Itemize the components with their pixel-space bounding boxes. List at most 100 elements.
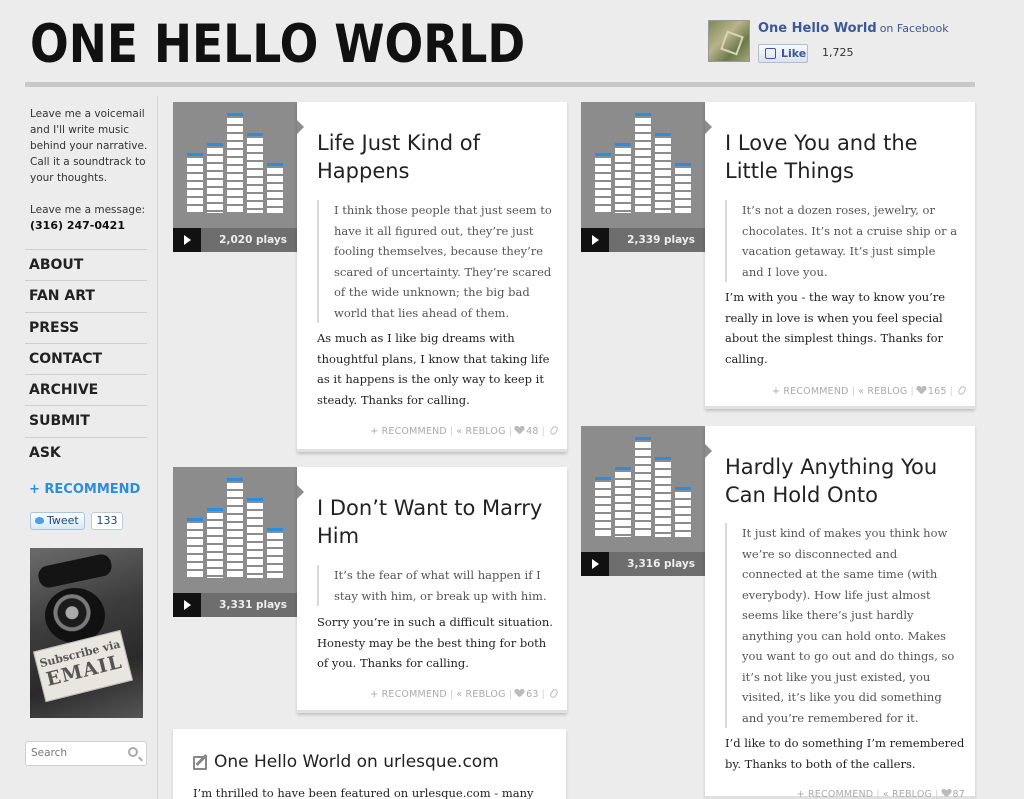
recommend-link[interactable]: + RECOMMEND bbox=[29, 482, 140, 497]
post-title[interactable]: I Love You and the Little Things bbox=[725, 129, 965, 185]
player-pointer bbox=[297, 485, 304, 499]
sidebar: Leave me a voicemail and I'll write musi… bbox=[25, 96, 158, 799]
twitter-bird-icon bbox=[35, 517, 44, 524]
like-count: 48 bbox=[526, 426, 539, 437]
permalink-icon[interactable] bbox=[549, 688, 559, 699]
recommend-button[interactable]: + RECOMMEND bbox=[797, 789, 874, 799]
level-meter-icon bbox=[595, 437, 695, 537]
player-controls: 2,020 plays bbox=[173, 228, 297, 252]
level-bar-cap bbox=[227, 478, 243, 481]
header-divider bbox=[25, 82, 975, 87]
heart-icon[interactable] bbox=[515, 426, 524, 434]
action-separator: | bbox=[949, 386, 953, 397]
facebook-page-link[interactable]: One Hello World on Facebook bbox=[758, 21, 949, 36]
level-bar-cap bbox=[267, 163, 283, 166]
level-bar-cap bbox=[247, 498, 263, 501]
heart-icon[interactable] bbox=[515, 689, 524, 697]
post-quote: It just kind of makes you think how we’r… bbox=[725, 523, 960, 728]
search-input[interactable]: Search bbox=[25, 741, 147, 766]
level-bar bbox=[635, 113, 651, 213]
level-bar-cap bbox=[655, 457, 671, 460]
post-title[interactable]: Life Just Kind of Happens bbox=[317, 129, 557, 185]
heart-icon[interactable] bbox=[917, 386, 926, 394]
text-post-icon bbox=[193, 756, 207, 770]
nav-item-contact[interactable]: Contact bbox=[25, 342, 147, 374]
post-card: Hardly Anything You Can Hold Onto It jus… bbox=[705, 426, 975, 799]
reblog-button[interactable]: « REBLOG bbox=[883, 789, 932, 799]
permalink-icon[interactable] bbox=[549, 425, 559, 436]
nav-item-submit[interactable]: Submit bbox=[25, 405, 147, 436]
nav-item-fan-art[interactable]: Fan Art bbox=[25, 280, 147, 311]
facebook-like-button[interactable]: Like bbox=[758, 44, 808, 63]
post-quote: It’s the fear of what will happen if I s… bbox=[317, 565, 552, 606]
level-bar-cap bbox=[187, 153, 203, 156]
player-pointer bbox=[705, 120, 712, 134]
player-controls: 3,331 plays bbox=[173, 593, 297, 617]
text-post-body: I’m thrilled to have been featured on ur… bbox=[193, 786, 534, 799]
reblog-button[interactable]: « REBLOG bbox=[456, 426, 505, 437]
thumbs-up-icon bbox=[765, 48, 776, 59]
play-count: 2,020 plays bbox=[219, 234, 287, 246]
telephone-handset-image bbox=[36, 552, 114, 590]
audio-player: 3,316 plays bbox=[581, 426, 705, 576]
action-separator: | bbox=[910, 386, 914, 397]
level-bar bbox=[187, 153, 203, 213]
reblog-button[interactable]: « REBLOG bbox=[456, 689, 505, 700]
post-title[interactable]: Hardly Anything You Can Hold Onto bbox=[725, 453, 965, 509]
site-title[interactable]: ONE HELLO WORLD bbox=[30, 14, 525, 75]
recommend-button[interactable]: + RECOMMEND bbox=[772, 386, 849, 397]
tweet-button[interactable]: Tweet bbox=[30, 512, 85, 530]
tweet-count[interactable]: 133 bbox=[91, 512, 123, 530]
play-button[interactable] bbox=[581, 228, 609, 252]
recommend-button[interactable]: + RECOMMEND bbox=[370, 426, 447, 437]
search-icon[interactable] bbox=[128, 747, 138, 757]
post-body: I’d like to do something I’m remembered … bbox=[725, 736, 965, 771]
facebook-page-thumbnail[interactable] bbox=[708, 20, 750, 62]
level-bar bbox=[227, 478, 243, 578]
level-bar-cap bbox=[615, 143, 631, 146]
facebook-like-box: One Hello World on Facebook Like 1,725 bbox=[708, 20, 998, 63]
heart-icon[interactable] bbox=[942, 789, 951, 797]
play-button[interactable] bbox=[581, 552, 609, 576]
facebook-on-text[interactable]: on Facebook bbox=[880, 22, 949, 35]
level-bar-cap bbox=[207, 143, 223, 146]
player-controls: 2,339 plays bbox=[581, 228, 705, 252]
like-count: 63 bbox=[526, 689, 539, 700]
level-bar-cap bbox=[247, 133, 263, 136]
action-separator: | bbox=[851, 386, 856, 397]
sidebar-nav: About Fan Art Press Contact Archive Subm… bbox=[25, 249, 147, 468]
level-bar bbox=[635, 437, 651, 537]
text-post-card: One Hello World on urlesque.com I’m thri… bbox=[173, 729, 566, 799]
play-button[interactable] bbox=[173, 228, 201, 252]
post-actions: + RECOMMEND | « REBLOG | 87 bbox=[797, 789, 965, 799]
reblog-button[interactable]: « REBLOG bbox=[858, 386, 907, 397]
level-bar-cap bbox=[675, 163, 691, 166]
nav-item-press[interactable]: Press bbox=[25, 311, 147, 343]
play-button[interactable] bbox=[173, 593, 201, 617]
level-bar bbox=[655, 457, 671, 537]
post-body: As much as I like big dreams with though… bbox=[317, 331, 550, 407]
audio-player: 2,020 plays bbox=[173, 102, 297, 252]
subscribe-email-banner[interactable]: Subscribe via EMAIL bbox=[30, 548, 143, 718]
post-actions: + RECOMMEND | « REBLOG | 165 | bbox=[772, 385, 967, 397]
level-bar bbox=[207, 508, 223, 578]
text-post-title[interactable]: One Hello World on urlesque.com bbox=[214, 752, 499, 772]
play-count: 2,339 plays bbox=[627, 234, 695, 246]
nav-item-archive[interactable]: Archive bbox=[25, 374, 147, 405]
level-bar bbox=[247, 133, 263, 213]
permalink-icon[interactable] bbox=[957, 385, 967, 396]
recommend-button[interactable]: + RECOMMEND bbox=[370, 689, 447, 700]
nav-item-about[interactable]: About bbox=[25, 249, 147, 280]
player-controls: 3,316 plays bbox=[581, 552, 705, 576]
nav-item-ask[interactable]: Ask bbox=[25, 436, 147, 468]
level-bar bbox=[267, 163, 283, 213]
sidebar-intro: Leave me a voicemail and I'll write musi… bbox=[30, 108, 148, 184]
level-bar bbox=[675, 487, 691, 537]
level-bar-cap bbox=[675, 487, 691, 490]
level-bar-cap bbox=[267, 528, 283, 531]
level-bar bbox=[595, 153, 611, 213]
post-title[interactable]: I Don’t Want to Marry Him bbox=[317, 494, 557, 550]
subscribe-card: Subscribe via EMAIL bbox=[33, 629, 133, 703]
facebook-like-count: 1,725 bbox=[822, 46, 854, 59]
like-count: 165 bbox=[927, 386, 947, 397]
